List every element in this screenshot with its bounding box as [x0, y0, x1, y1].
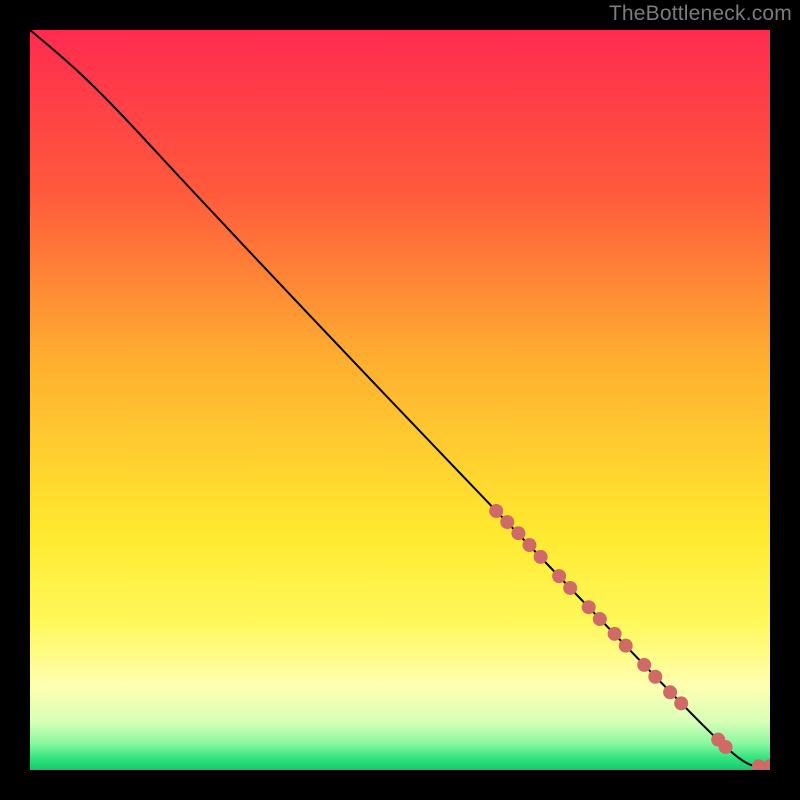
watermark-text: TheBottleneck.com	[609, 2, 792, 26]
data-marker	[552, 569, 566, 583]
data-marker	[619, 639, 633, 653]
data-marker	[511, 526, 525, 540]
data-marker	[637, 658, 651, 672]
data-marker	[663, 685, 677, 699]
data-marker	[534, 550, 548, 564]
data-marker	[582, 600, 596, 614]
data-marker	[674, 696, 688, 710]
data-marker	[489, 504, 503, 518]
data-marker	[593, 612, 607, 626]
data-marker	[719, 740, 733, 754]
data-marker	[648, 670, 662, 684]
data-marker	[523, 538, 537, 552]
data-marker	[563, 581, 577, 595]
data-marker	[608, 627, 622, 641]
chart-frame: TheBottleneck.com	[0, 0, 800, 800]
plot-area	[30, 30, 770, 770]
data-marker	[500, 515, 514, 529]
gradient-background	[30, 30, 770, 770]
chart-svg	[30, 30, 770, 770]
